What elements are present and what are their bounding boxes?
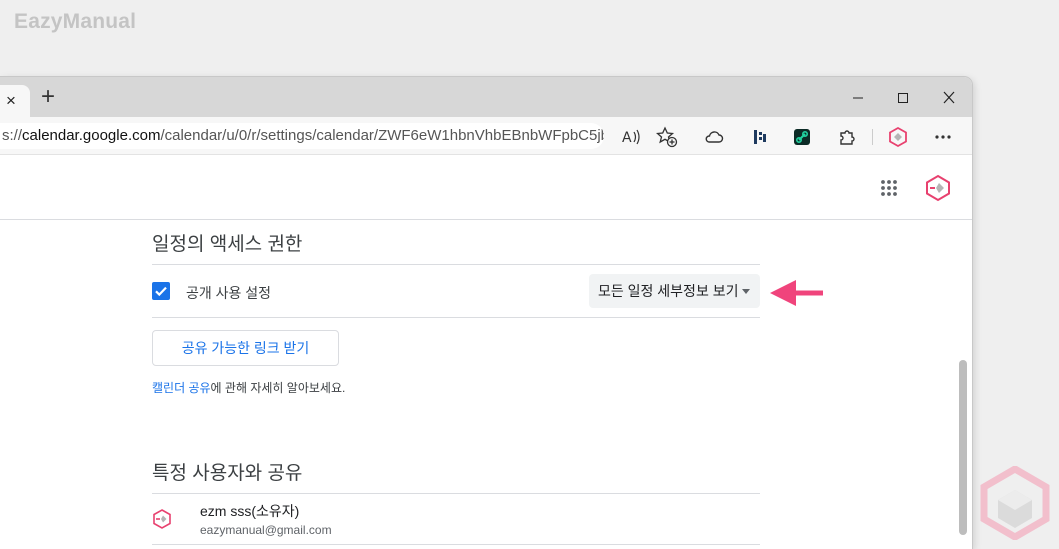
minimize-icon (853, 97, 863, 99)
close-window-button[interactable] (934, 87, 964, 109)
minimize-button[interactable] (843, 87, 873, 109)
public-access-checkbox[interactable] (152, 282, 170, 300)
favorites-add-icon[interactable] (656, 126, 678, 148)
dropdown-arrow-icon (742, 289, 750, 294)
annotation-arrow-icon (770, 280, 823, 306)
get-shareable-link-button[interactable]: 공유 가능한 링크 받기 (152, 330, 339, 366)
url-path: /calendar/u/0/r/settings/calendar/ZWF6eW… (160, 127, 604, 144)
maximize-button[interactable] (888, 87, 918, 109)
scrollbar-thumb[interactable] (959, 360, 967, 535)
user-avatar-icon (151, 508, 173, 530)
account-avatar-icon[interactable] (924, 174, 952, 202)
checkmark-icon (155, 286, 167, 297)
tab-bar: × + (0, 77, 972, 117)
url-host: calendar.google.com (22, 127, 161, 144)
link-extension-icon[interactable] (791, 126, 813, 148)
divider (152, 544, 760, 545)
read-aloud-icon[interactable]: A (620, 126, 642, 148)
divider (152, 493, 760, 494)
visibility-select-value: 모든 일정 세부정보 보기 (598, 283, 739, 299)
calendar-app-header (0, 156, 972, 220)
access-section-title: 일정의 액세스 권한 (152, 234, 303, 255)
public-access-label: 공개 사용 설정 (186, 285, 272, 301)
extensions-puzzle-icon[interactable] (836, 126, 858, 148)
close-icon (943, 91, 955, 104)
calendar-sharing-link[interactable]: 캘린더 공유 (152, 381, 211, 395)
url-scheme: s:// (2, 127, 23, 144)
maximize-icon (898, 93, 908, 103)
help-text-rest: 에 관해 자세히 알아보세요. (210, 381, 346, 395)
active-tab[interactable]: × (0, 85, 30, 117)
toolbar-divider (872, 129, 873, 145)
bookmark-extension-icon[interactable] (749, 126, 771, 148)
address-toolbar: s://calendar.google.com/calendar/u/0/r/s… (0, 117, 972, 155)
profile-icon[interactable] (887, 126, 909, 148)
cloud-icon[interactable] (703, 126, 725, 148)
svg-text:A: A (622, 130, 632, 146)
visibility-select[interactable]: 모든 일정 세부정보 보기 (589, 274, 760, 308)
apps-grid-icon[interactable] (878, 177, 900, 199)
new-tab-button[interactable]: + (37, 85, 59, 109)
browser-window: × + s://calendar.google.com/calendar/u/0… (0, 77, 972, 549)
watermark-text: EazyManual (14, 10, 137, 33)
url-field[interactable]: s://calendar.google.com/calendar/u/0/r/s… (0, 123, 604, 149)
divider (152, 264, 760, 265)
more-menu-icon[interactable] (932, 126, 954, 148)
help-text: 캘린더 공유에 관해 자세히 알아보세요. (152, 379, 345, 396)
user-email: eazymanual@gmail.com (200, 523, 332, 537)
user-name: ezm sss(소유자) (200, 503, 300, 519)
tab-close-icon[interactable]: × (6, 91, 16, 111)
watermark-logo-icon (980, 466, 1050, 540)
share-users-section-title: 특정 사용자와 공유 (152, 463, 303, 484)
divider (152, 317, 760, 318)
